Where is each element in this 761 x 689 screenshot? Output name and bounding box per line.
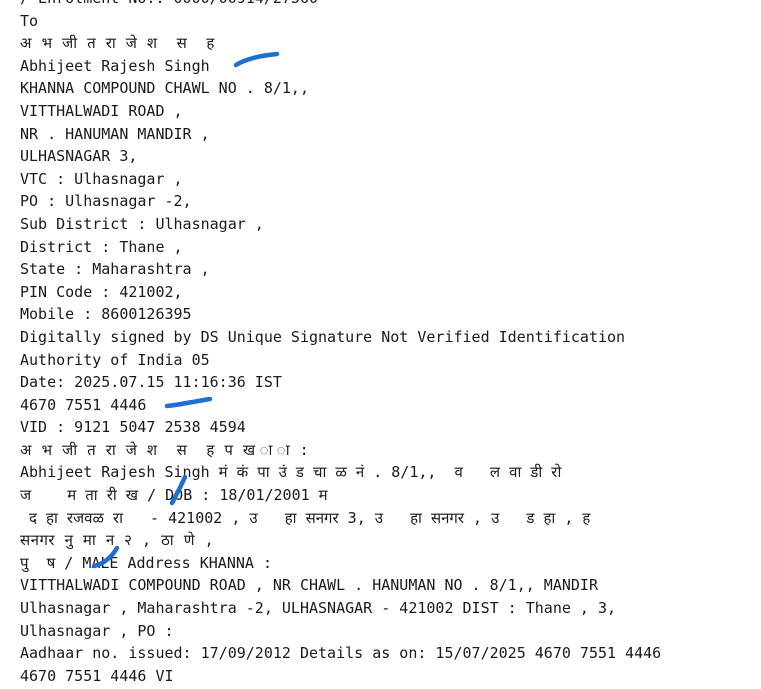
dob-line: ज म ता री ख / DOB : 18/01/2001 म bbox=[20, 486, 328, 505]
date-line: Date: 2025.07.15 11:16:36 IST bbox=[20, 373, 282, 392]
pin-code-line: PIN Code : 421002, bbox=[20, 282, 183, 301]
english-address-line-2: Ulhasnagar , Maharashtra -2, ULHASNAGAR … bbox=[20, 599, 617, 618]
address-line-1: KHANNA COMPOUND CHAWL NO . 8/1,, bbox=[20, 79, 309, 98]
address-line-3: NR . HANUMAN MANDIR , bbox=[20, 124, 210, 143]
authority-line: Authority of India 05 bbox=[20, 350, 210, 369]
trailing-number-line: 4670 7551 4446 VI bbox=[20, 666, 174, 685]
name-address-mixed-line: Abhijeet Rajesh Singh मं कं पा उं ड चा ळ… bbox=[20, 463, 562, 482]
to-line: To bbox=[20, 11, 39, 30]
sub-district-line: Sub District : Ulhasnagar , bbox=[20, 214, 264, 233]
hindi-address-line: द हा रजवळ रा - 421002 , उ हा सनगर 3, उ ह… bbox=[20, 508, 591, 527]
vid-line: VID : 9121 5047 2538 4594 bbox=[20, 418, 246, 437]
name-hindi-line-2: अ भ जी त रा जे श स ह प ख ा ा : bbox=[20, 440, 310, 459]
po-line: PO : Ulhasnagar -2, bbox=[20, 192, 192, 211]
address-line-4: ULHASNAGAR 3, bbox=[20, 147, 138, 166]
address-line-2: VITTHALWADI ROAD , bbox=[20, 101, 183, 120]
state-line: State : Maharashtra , bbox=[20, 260, 210, 279]
name-line: Abhijeet Rajesh Singh bbox=[20, 56, 210, 75]
signature-line: Digitally signed by DS Unique Signature … bbox=[20, 327, 626, 346]
district-line: District : Thane , bbox=[20, 237, 183, 256]
english-address-line-3: Ulhasnagar , PO : bbox=[20, 621, 174, 640]
gender-address-line: पु ष / MALE Address KHANNA : bbox=[20, 553, 272, 572]
name-hindi-line: अ भ जी त रा जे श स ह bbox=[20, 34, 215, 53]
document-text: / Enrolment No.: 0000/00914/27560 To अ भ… bbox=[20, 0, 661, 687]
english-address-line-1: VITTHALWADI COMPOUND ROAD , NR CHAWL . H… bbox=[20, 576, 598, 595]
hindi-address-line-2: सनगर नु मा न २ , ठा णे , bbox=[20, 531, 215, 550]
enrolment-line: / Enrolment No.: 0000/00914/27560 bbox=[20, 0, 661, 10]
issued-details-line: Aadhaar no. issued: 17/09/2012 Details a… bbox=[20, 644, 662, 663]
vtc-line: VTC : Ulhasnagar , bbox=[20, 169, 183, 188]
mobile-line: Mobile : 8600126395 bbox=[20, 305, 192, 324]
aadhaar-number-line: 4670 7551 4446 bbox=[20, 395, 147, 414]
